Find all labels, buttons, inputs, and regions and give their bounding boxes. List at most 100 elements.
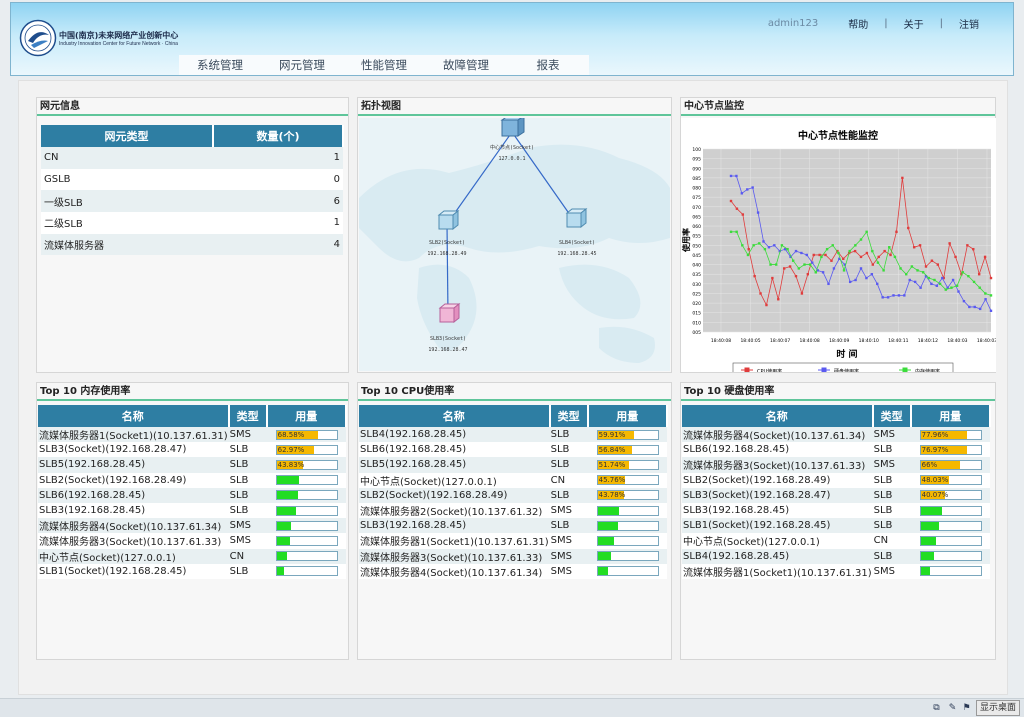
chart-title: 中心节点性能监控 — [798, 129, 878, 142]
column-header[interactable]: 用量 — [587, 405, 669, 427]
nav-tab-fault[interactable]: 故障管理 — [425, 57, 507, 73]
table-row[interactable]: GSLB 0 — [41, 168, 343, 191]
logout-link[interactable]: 注销 — [943, 16, 995, 31]
table-row[interactable]: SLB4(192.168.28.45) SLB 59.91% — [359, 427, 667, 443]
table-row[interactable]: 一级SLB 6 — [41, 190, 343, 213]
nav-tab-system[interactable]: 系统管理 — [179, 57, 261, 73]
table-row[interactable]: 中心节点(Socket)(127.0.0.1) CN — [38, 548, 346, 564]
app-header: 中国(南京)未来网络产业创新中心 Industry Innovation Cen… — [10, 2, 1014, 76]
table-row[interactable]: SLB3(Socket)(192.168.28.47) SLB 62.97% — [38, 442, 346, 458]
table-row[interactable]: 流媒体服务器 4 — [41, 233, 343, 256]
table-row[interactable]: 流媒体服务器4(Socket)(10.137.61.34) SMS 77.96% — [682, 427, 990, 443]
legend-label: CPU使用率 — [757, 368, 782, 372]
tool-icon[interactable]: ✎ — [947, 702, 958, 713]
column-header[interactable]: 网元类型 — [41, 125, 214, 147]
usage-cell: 48.03% — [910, 472, 990, 488]
column-header[interactable]: 名称 — [38, 405, 230, 427]
usage-bar — [275, 505, 338, 516]
table-row[interactable]: SLB3(192.168.28.45) SLB — [359, 518, 667, 534]
table-row[interactable]: SLB3(192.168.28.45) SLB — [38, 502, 346, 519]
table-row[interactable]: 流媒体服务器1(Socket1)(10.137.61.31) SMS 68.58% — [38, 427, 346, 443]
y-tick-label: 010 — [692, 320, 701, 326]
column-header[interactable]: 数量(个) — [213, 125, 344, 147]
data-point — [877, 255, 880, 259]
table-row[interactable]: 中心节点(Socket)(127.0.0.1) CN 45.76% — [359, 472, 667, 488]
usage-value: 48.03% — [921, 476, 949, 485]
table-row[interactable]: 流媒体服务器1(Socket1)(10.137.61.31) SMS — [682, 563, 990, 579]
help-link[interactable]: 帮助 — [832, 16, 884, 31]
node-ip: 127.0.0.1 — [498, 156, 526, 162]
topology-map[interactable]: 中心节点(Socket) 127.0.0.1 SLB2(Socket) 192.… — [359, 118, 670, 371]
column-header[interactable]: 用量 — [266, 405, 348, 427]
table-row[interactable]: SLB3(192.168.28.45) SLB — [682, 502, 990, 519]
device-type-cell: SLB — [228, 472, 267, 488]
data-point — [827, 282, 830, 286]
table-row[interactable]: SLB1(Socket)(192.168.28.45) SLB — [682, 518, 990, 534]
data-point — [763, 247, 767, 251]
table-row[interactable]: 流媒体服务器3(Socket)(10.137.61.33) SMS — [359, 548, 667, 564]
nav-tab-performance[interactable]: 性能管理 — [343, 57, 425, 73]
table-row[interactable]: SLB4(192.168.28.45) SLB — [682, 548, 990, 564]
usage-cell — [910, 502, 990, 519]
device-type-cell: SLB — [872, 442, 911, 458]
table-row[interactable]: 流媒体服务器2(Socket)(10.137.61.32) SMS — [359, 502, 667, 519]
column-header[interactable]: 用量 — [910, 405, 992, 427]
table-row[interactable]: SLB5(192.168.28.45) SLB 51.74% — [359, 457, 667, 473]
data-point — [892, 294, 895, 297]
y-tick-label: 090 — [692, 166, 701, 172]
data-point — [729, 199, 733, 203]
window-icon[interactable]: ⧉ — [931, 702, 942, 713]
device-name-cell: SLB2(Socket)(192.168.28.49) — [682, 472, 873, 488]
x-axis-label: 时 间 — [836, 348, 857, 360]
topology-node[interactable]: SLB4(Socket) 192.168.28.45 — [547, 238, 607, 260]
show-desktop-button[interactable]: 显示桌面 — [976, 700, 1020, 716]
table-row[interactable]: 流媒体服务器1(Socket1)(10.137.61.31) SMS — [359, 533, 667, 549]
y-tick-label: 095 — [692, 157, 701, 163]
device-name-cell: SLB3(Socket)(192.168.28.47) — [682, 487, 873, 503]
flag-icon[interactable]: ⚑ — [961, 702, 972, 713]
table-row[interactable]: SLB6(192.168.28.45) SLB 56.84% — [359, 442, 667, 458]
topology-node[interactable]: 中心节点(Socket) 127.0.0.1 — [482, 143, 542, 165]
y-tick-label: 050 — [692, 243, 701, 249]
device-type-cell: SMS — [549, 548, 588, 564]
device-name-cell: 中心节点(Socket)(127.0.0.1) — [359, 472, 550, 488]
data-point — [978, 307, 982, 311]
table-row[interactable]: 流媒体服务器3(Socket)(10.137.61.33) SMS 66% — [682, 457, 990, 473]
table-row[interactable]: SLB3(Socket)(192.168.28.47) SLB 40.07% — [682, 487, 990, 503]
topology-node[interactable]: SLB2(Socket) 192.168.28.49 — [417, 238, 477, 260]
column-header[interactable]: 类型 — [228, 405, 268, 427]
column-header[interactable]: 类型 — [549, 405, 589, 427]
column-header[interactable]: 名称 — [359, 405, 551, 427]
data-point — [955, 284, 959, 287]
table-row[interactable]: 二级SLB 1 — [41, 212, 343, 234]
table-row[interactable]: 流媒体服务器4(Socket)(10.137.61.34) SMS — [38, 518, 346, 534]
data-point — [908, 278, 911, 282]
data-point — [800, 292, 804, 295]
table-row[interactable]: SLB2(Socket)(192.168.28.49) SLB 48.03% — [682, 472, 990, 488]
device-type-cell: SLB — [228, 442, 267, 458]
table-row[interactable]: SLB1(Socket)(192.168.28.45) SLB — [38, 563, 346, 579]
table-row[interactable]: SLB5(192.168.28.45) SLB 43.83% — [38, 457, 346, 473]
table-row[interactable]: 流媒体服务器3(Socket)(10.137.61.33) SMS — [38, 533, 346, 549]
table-row[interactable]: CN 1 — [41, 147, 343, 169]
data-point — [930, 282, 933, 286]
data-point — [825, 247, 829, 251]
table-row[interactable]: SLB6(192.168.28.45) SLB — [38, 487, 346, 503]
device-type-cell: SLB — [549, 487, 588, 503]
data-point — [800, 251, 803, 255]
table-row[interactable]: SLB2(Socket)(192.168.28.49) SLB 43.78% — [359, 487, 667, 503]
topology-node[interactable]: SLB3(Socket) 192.168.28.47 — [418, 334, 478, 356]
table-row[interactable]: 中心节点(Socket)(127.0.0.1) CN — [682, 533, 990, 549]
column-header[interactable]: 名称 — [682, 405, 874, 427]
table-row[interactable]: SLB2(Socket)(192.168.28.49) SLB — [38, 472, 346, 488]
device-type-cell: SMS — [549, 533, 588, 549]
table-row[interactable]: SLB6(192.168.28.45) SLB 76.97% — [682, 442, 990, 458]
about-link[interactable]: 关于 — [888, 16, 940, 31]
usage-cell — [266, 533, 346, 549]
nav-tab-ne[interactable]: 网元管理 — [261, 57, 343, 73]
data-point — [957, 290, 960, 293]
nav-tab-report[interactable]: 报表 — [507, 57, 589, 73]
data-point — [740, 192, 744, 195]
table-row[interactable]: 流媒体服务器4(Socket)(10.137.61.34) SMS — [359, 563, 667, 579]
column-header[interactable]: 类型 — [872, 405, 912, 427]
